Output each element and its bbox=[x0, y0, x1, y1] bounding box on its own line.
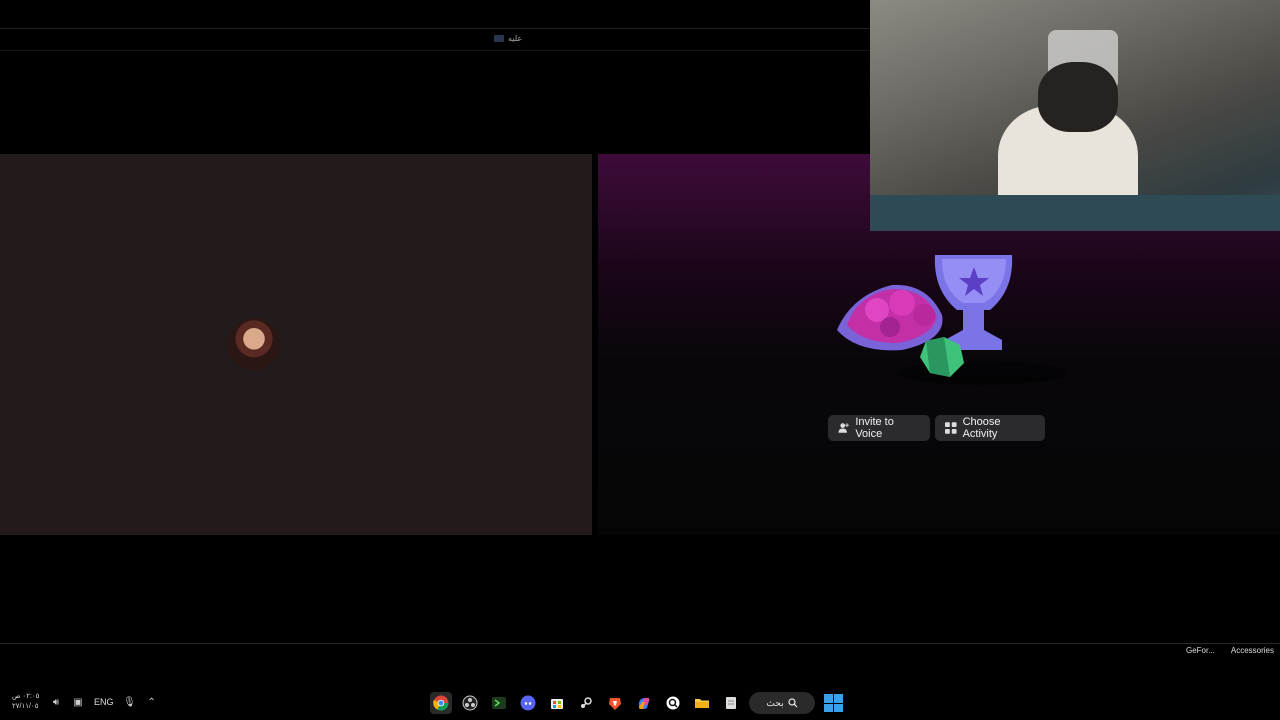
window-title-bar: عليه bbox=[494, 34, 522, 43]
network-icon[interactable]: ▣ bbox=[72, 696, 84, 708]
participant-avatar[interactable] bbox=[228, 318, 280, 370]
notepad-icon[interactable] bbox=[720, 692, 742, 714]
tray-label-geforce[interactable]: GeFor... bbox=[1186, 646, 1215, 655]
activity-illustration bbox=[837, 255, 1067, 385]
search-icon bbox=[787, 698, 798, 708]
brave-icon[interactable] bbox=[604, 692, 626, 714]
add-user-icon bbox=[838, 423, 849, 433]
header-divider bbox=[0, 50, 870, 51]
steam-icon[interactable] bbox=[575, 692, 597, 714]
window-title: عليه bbox=[508, 34, 523, 43]
webcam-desk bbox=[870, 195, 1280, 231]
activity-grid-icon bbox=[945, 422, 957, 434]
discord-icon[interactable] bbox=[517, 692, 539, 714]
top-divider bbox=[0, 28, 870, 29]
activity-label: Choose Activity bbox=[962, 416, 1001, 440]
window-thumbnail-icon bbox=[494, 35, 504, 42]
windows-start-icon[interactable] bbox=[822, 692, 844, 714]
store-icon[interactable] bbox=[546, 692, 568, 714]
language-indicator[interactable]: ENG bbox=[94, 697, 114, 707]
taskbar-apps: بحث bbox=[430, 692, 844, 714]
obs-icon[interactable] bbox=[459, 692, 481, 714]
system-tray: 🔊︎ ▣ ENG 🎙︎ ⌃ bbox=[50, 696, 158, 708]
search-label: بحث bbox=[766, 697, 784, 708]
file-explorer-icon[interactable] bbox=[691, 692, 713, 714]
webcam-person-head bbox=[1038, 62, 1118, 132]
tray-label-accessories[interactable]: Accessories bbox=[1231, 646, 1274, 655]
taskbar-clock[interactable]: ٠٢:٠٥ ص ٢٧/١١/٠٥ bbox=[12, 692, 39, 712]
microphone-icon[interactable]: 🎙︎ bbox=[123, 696, 136, 708]
screen: عليه Invite to Voice Choose Activity GeF… bbox=[0, 0, 1280, 720]
clock-date: ٢٧/١١/٠٥ bbox=[12, 703, 39, 710]
volume-icon[interactable]: 🔊︎ bbox=[50, 696, 62, 708]
choose-activity-button[interactable]: Choose Activity bbox=[935, 415, 1045, 441]
copilot-icon[interactable] bbox=[633, 692, 655, 714]
tray-shortcuts: GeFor... Accessories bbox=[1186, 646, 1274, 655]
search-app-icon[interactable] bbox=[662, 692, 684, 714]
clock-time: ٠٢:٠٥ ص bbox=[12, 693, 40, 700]
chrome-icon[interactable] bbox=[430, 692, 452, 714]
chevron-up-icon[interactable]: ⌃ bbox=[146, 696, 158, 708]
bottom-divider bbox=[0, 643, 1280, 644]
invite-to-voice-button[interactable]: Invite to Voice bbox=[828, 415, 930, 441]
taskbar-search[interactable]: بحث bbox=[749, 692, 815, 714]
invite-label: Invite to Voice bbox=[855, 416, 894, 440]
webcam-overlay bbox=[870, 0, 1280, 231]
terminal-icon[interactable] bbox=[488, 692, 510, 714]
participant-tile[interactable] bbox=[0, 154, 592, 535]
